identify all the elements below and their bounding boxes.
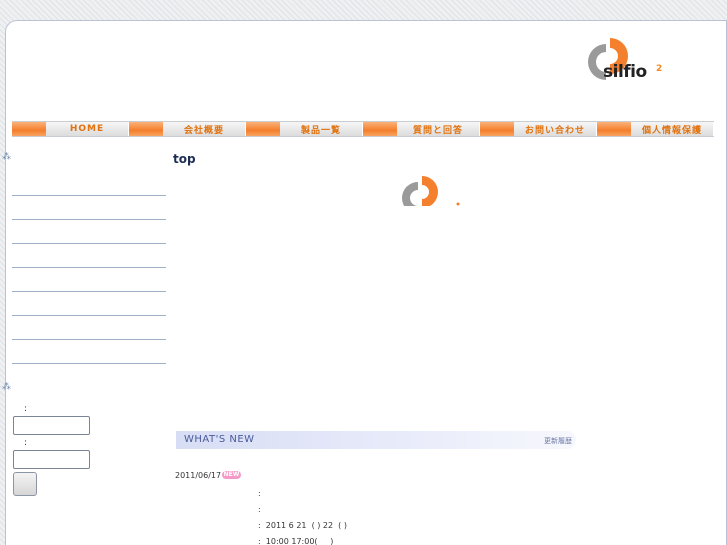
nav-tab-marker <box>12 122 46 136</box>
sidebar-menu-divider <box>12 291 166 292</box>
news-date: 2011/06/17 <box>175 471 222 480</box>
password-label: : <box>24 438 28 448</box>
nav-tab-marker <box>246 122 280 136</box>
nav-label: HOME <box>46 122 128 136</box>
nav-contact[interactable]: お問い合わせ <box>480 122 597 136</box>
nav-faq[interactable]: 質問と回答 <box>363 122 480 136</box>
update-history-link[interactable]: 更新履歴 <box>544 436 572 446</box>
logo-mark-icon <box>402 176 460 206</box>
login-button[interactable] <box>13 472 37 496</box>
center-logo-image <box>400 170 480 206</box>
new-badge: NEW <box>222 471 241 479</box>
login-label: : <box>24 404 28 414</box>
nav-label: 質問と回答 <box>397 122 479 136</box>
page-frame <box>5 20 727 545</box>
nav-tab-marker <box>597 122 631 136</box>
nav-label: 製品一覧 <box>280 122 362 136</box>
password-input[interactable] <box>13 450 90 469</box>
news-line: : 2011 6 21 ( ) 22 ( ) <box>258 521 347 530</box>
news-line: : 10:00 17:00( ) <box>258 537 334 545</box>
news-line: : <box>258 489 261 498</box>
nav-company[interactable]: 会社概要 <box>129 122 246 136</box>
nav-tab-marker <box>363 122 397 136</box>
nav-home[interactable]: HOME <box>12 122 129 136</box>
page-title: top <box>173 152 196 166</box>
news-line: : <box>258 505 261 514</box>
logo-superscript: 2 <box>656 64 663 74</box>
main-nav: HOME 会社概要 製品一覧 質問と回答 お問い合わせ 個人情報保護 <box>12 121 714 137</box>
sidebar-menu-divider <box>12 315 166 316</box>
nav-privacy[interactable]: 個人情報保護 <box>597 122 714 136</box>
nav-tab-marker <box>480 122 514 136</box>
sidebar-menu-divider <box>12 243 166 244</box>
sidebar-menu-divider <box>12 339 166 340</box>
nav-label: 会社概要 <box>163 122 245 136</box>
nav-tab-marker <box>129 122 163 136</box>
sidebar-menu-divider <box>12 195 166 196</box>
sidebar-menu-divider <box>12 363 166 364</box>
sidebar-menu-divider <box>12 267 166 268</box>
login-id-input[interactable] <box>13 416 90 435</box>
sidebar-bullet-icon: ⁂ <box>2 152 11 162</box>
silfio-logo[interactable]: silfio 2 <box>588 34 668 90</box>
whats-new-title: WHAT'S NEW <box>184 434 255 445</box>
nav-label: お問い合わせ <box>514 122 596 136</box>
sidebar-menu-divider <box>12 219 166 220</box>
whats-new-header: WHAT'S NEW 更新履歴 <box>176 431 576 449</box>
logo-text: silfio <box>603 62 647 82</box>
nav-label: 個人情報保護 <box>631 122 713 136</box>
nav-products[interactable]: 製品一覧 <box>246 122 363 136</box>
sidebar-bullet-icon: ⁂ <box>2 382 11 392</box>
